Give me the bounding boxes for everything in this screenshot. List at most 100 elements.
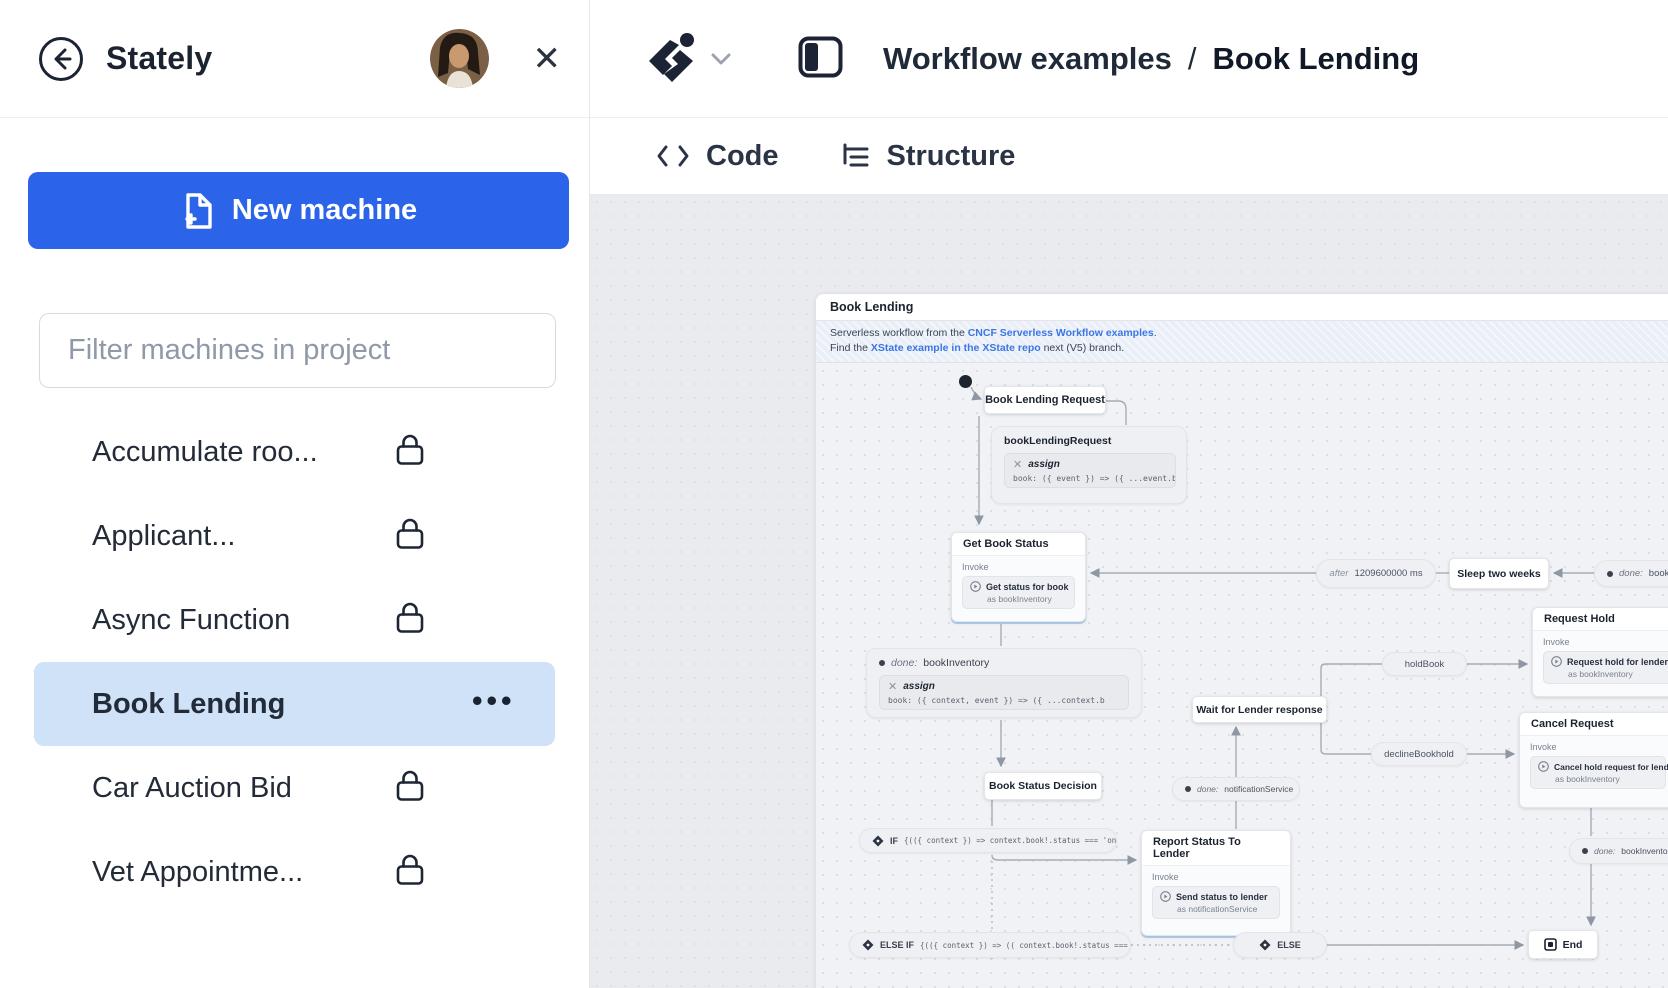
guard-keyword: ELSE IF bbox=[880, 940, 914, 950]
new-machine-label: New machine bbox=[232, 194, 417, 227]
machine-menu-button[interactable]: ••• bbox=[472, 684, 516, 718]
state-title: Request Hold bbox=[1533, 608, 1668, 631]
guard-pill-if[interactable]: IF {(({ context }) => context.book!.stat… bbox=[859, 828, 1117, 853]
event-panel-book-lending-request[interactable]: bookLendingRequest ✕assign book: ({ even… bbox=[991, 426, 1187, 504]
machine-card-title[interactable]: Book Lending bbox=[816, 294, 1668, 321]
event-target: bookInventory bbox=[923, 657, 989, 669]
sidebar-header: Stately ✕ bbox=[0, 0, 589, 118]
panel-toggle-button[interactable] bbox=[798, 36, 843, 81]
guard-pill-else[interactable]: ELSE bbox=[1233, 932, 1327, 958]
play-circle-icon bbox=[1551, 656, 1562, 667]
machine-label: Car Auction Bid bbox=[92, 772, 292, 805]
state-node-sleep-two-weeks[interactable]: Sleep two weeks bbox=[1449, 558, 1549, 589]
tab-code-label: Code bbox=[706, 140, 779, 173]
event-target: bookInvent bbox=[1649, 568, 1668, 579]
new-file-icon bbox=[180, 192, 214, 230]
play-circle-icon bbox=[1160, 891, 1171, 902]
done-book-inventory-pill-bottom[interactable]: done: bookInventory bbox=[1569, 838, 1668, 864]
tab-structure[interactable]: Structure bbox=[841, 140, 1016, 173]
breadcrumb-machine: Book Lending bbox=[1212, 41, 1419, 77]
description-line-1: Serverless workflow from the CNCF Server… bbox=[830, 326, 1668, 341]
action-label: assign bbox=[903, 681, 935, 692]
invoke-box[interactable]: Send status to lender as notificationSer… bbox=[1152, 886, 1280, 919]
state-node-request-hold[interactable]: Request Hold Invoke Request hold for len… bbox=[1532, 607, 1668, 697]
done-dot-icon bbox=[1607, 571, 1613, 577]
sidebar: Stately ✕ bbox=[0, 0, 590, 988]
action-code: book: ({ event }) => ({ ...event.book, s… bbox=[1013, 474, 1167, 483]
machine-row-car-auction[interactable]: Car Auction Bid bbox=[34, 746, 555, 830]
description-line-2: Find the XState example in the XState re… bbox=[830, 341, 1668, 356]
guard-diamond-icon bbox=[872, 835, 884, 847]
invoke-box[interactable]: Cancel hold request for lender as bookIn… bbox=[1530, 756, 1666, 789]
state-node-book-lending-request[interactable]: Book Lending Request bbox=[984, 386, 1106, 414]
new-machine-button[interactable]: New machine bbox=[28, 172, 569, 249]
invoke-label: Invoke bbox=[1530, 742, 1666, 752]
done-notification-service-pill[interactable]: done: notificationService bbox=[1172, 777, 1300, 801]
machine-row-applicant[interactable]: Applicant... bbox=[34, 494, 555, 578]
after-delay-value: 1209600000 ms bbox=[1354, 568, 1422, 579]
state-node-get-book-status[interactable]: Get Book Status Invoke Get status for bo… bbox=[951, 532, 1086, 622]
final-state-icon bbox=[1544, 938, 1557, 951]
invoke-label: Invoke bbox=[1152, 872, 1280, 882]
cncf-link[interactable]: CNCF Serverless Workflow examples bbox=[968, 327, 1154, 339]
machine-card-description: Serverless workflow from the CNCF Server… bbox=[816, 321, 1668, 363]
machine-row-async-function[interactable]: Async Function bbox=[34, 578, 555, 662]
action-code: book: ({ context, event }) => ({ ...cont… bbox=[888, 696, 1120, 705]
event-keyword: done: bbox=[891, 657, 917, 669]
invoke-as: as bookInventory bbox=[1555, 774, 1658, 784]
event-target: bookInventory bbox=[1621, 846, 1668, 856]
after-keyword: after bbox=[1329, 568, 1348, 579]
action-label: assign bbox=[1028, 459, 1060, 470]
lock-icon bbox=[394, 433, 426, 472]
machine-list: Accumulate roo... Applicant... Async Fun… bbox=[0, 410, 589, 914]
filter-machines-input[interactable] bbox=[39, 313, 556, 388]
after-delay-pill[interactable]: after 1209600000 ms bbox=[1316, 559, 1436, 588]
diagram-canvas[interactable]: Book Lending Serverless workflow from th… bbox=[590, 195, 1668, 988]
machine-row-vet-appointment[interactable]: Vet Appointme... bbox=[34, 830, 555, 914]
state-title: Cancel Request bbox=[1520, 713, 1668, 736]
breadcrumb-separator: / bbox=[1188, 41, 1197, 77]
view-tabbar: Code Structure bbox=[590, 118, 1668, 195]
machine-row-accumulate[interactable]: Accumulate roo... bbox=[34, 410, 555, 494]
event-pill-decline-bookhold[interactable]: declineBookhold bbox=[1371, 742, 1467, 766]
initial-state-dot[interactable] bbox=[959, 375, 972, 388]
back-button[interactable] bbox=[38, 36, 84, 82]
state-node-report-status-to-lender[interactable]: Report Status To Lender Invoke Send stat… bbox=[1141, 830, 1291, 936]
guard-pill-else-if[interactable]: ELSE IF {(({ context }) => (( context.bo… bbox=[849, 932, 1131, 958]
assign-action-box[interactable]: ✕assign book: ({ context, event }) => ({… bbox=[879, 675, 1129, 710]
state-node-book-status-decision[interactable]: Book Status Decision bbox=[984, 772, 1102, 800]
invoke-box[interactable]: Get status for book as bookInventory bbox=[962, 576, 1075, 609]
state-node-end[interactable]: End bbox=[1528, 930, 1598, 959]
event-panel-done-book-inventory[interactable]: done: bookInventory ✕assign book: ({ con… bbox=[866, 648, 1142, 718]
guard-condition: {(({ context }) => (( context.book!.stat… bbox=[920, 941, 1131, 950]
lock-icon bbox=[394, 853, 426, 892]
assign-action-box[interactable]: ✕assign book: ({ event }) => ({ ...event… bbox=[1004, 453, 1176, 488]
avatar[interactable] bbox=[430, 29, 489, 88]
xstate-repo-link[interactable]: XState example in the XState repo bbox=[871, 342, 1041, 354]
app-window: Stately ✕ bbox=[0, 0, 1668, 988]
panel-toggle-icon bbox=[798, 36, 843, 78]
invoke-as: as bookInventory bbox=[987, 594, 1067, 604]
event-pill-hold-book[interactable]: holdBook bbox=[1382, 652, 1467, 676]
tab-code[interactable]: Code bbox=[656, 140, 779, 173]
lock-icon bbox=[394, 517, 426, 556]
done-book-inventory-pill-top[interactable]: done: bookInvent bbox=[1594, 560, 1668, 587]
machine-row-book-lending[interactable]: Book Lending ••• bbox=[34, 662, 555, 746]
guard-keyword: ELSE bbox=[1277, 940, 1301, 950]
state-title: Report Status To Lender bbox=[1142, 831, 1290, 866]
close-sidebar-button[interactable]: ✕ bbox=[533, 42, 562, 76]
state-node-cancel-request[interactable]: Cancel Request Invoke Cancel hold reques… bbox=[1519, 712, 1668, 808]
event-keyword: done: bbox=[1197, 784, 1218, 794]
editor-header: Workflow examples / Book Lending bbox=[590, 0, 1668, 118]
breadcrumb-project[interactable]: Workflow examples bbox=[883, 41, 1172, 77]
state-node-wait-for-lender[interactable]: Wait for Lender response bbox=[1192, 696, 1327, 723]
done-dot-icon bbox=[879, 660, 885, 666]
invoke-label: Invoke bbox=[1543, 637, 1668, 647]
event-keyword: done: bbox=[1594, 846, 1615, 856]
guard-diamond-icon bbox=[862, 939, 874, 951]
stately-logo-button[interactable] bbox=[644, 31, 732, 87]
state-title: Get Book Status bbox=[952, 533, 1085, 556]
invoke-box[interactable]: Request hold for lender as bookInventory bbox=[1543, 651, 1668, 684]
structure-tree-icon bbox=[841, 143, 871, 169]
event-keyword: done: bbox=[1619, 568, 1643, 579]
